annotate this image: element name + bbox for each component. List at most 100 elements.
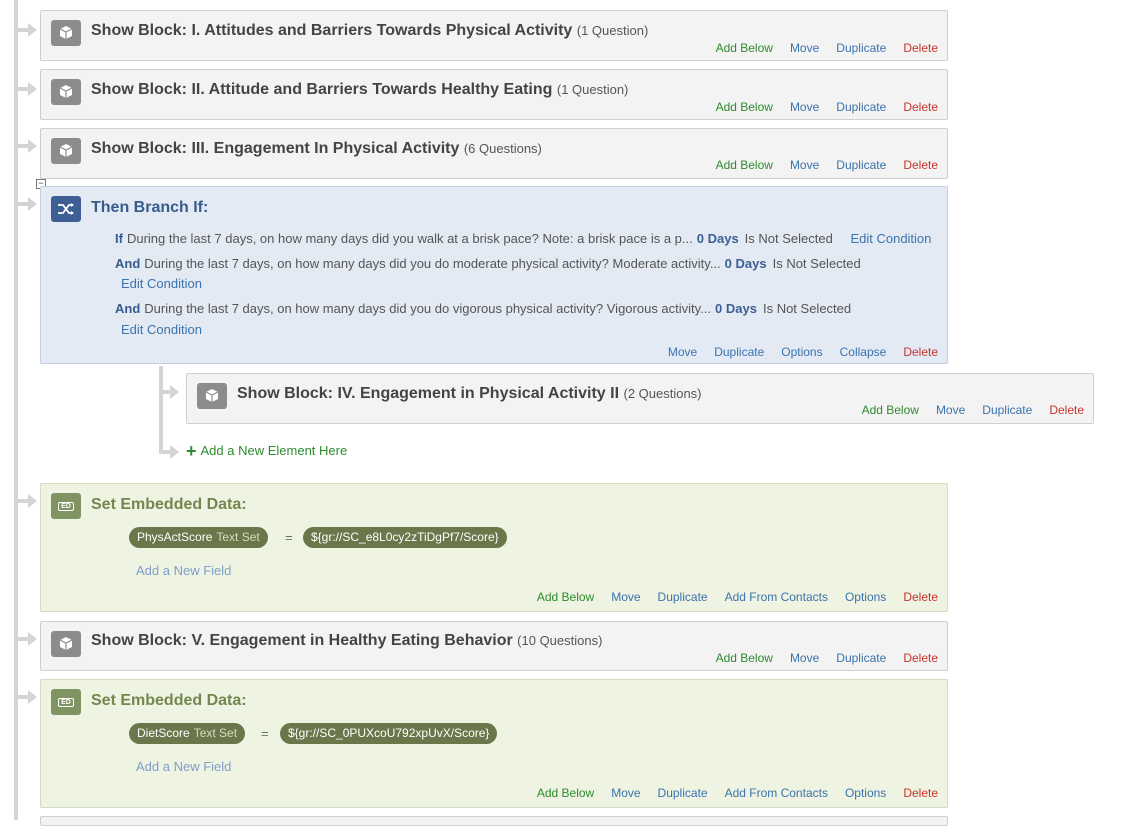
question-count: (1 Question) bbox=[576, 23, 649, 38]
cube-icon bbox=[51, 138, 81, 164]
equals-sign: = bbox=[285, 530, 293, 545]
edit-condition-link[interactable]: Edit Condition bbox=[121, 322, 202, 337]
block-1[interactable]: Show Block: I. Attitudes and Barriers To… bbox=[40, 10, 948, 61]
branch-flow-line bbox=[159, 366, 163, 454]
condition-operator: Is Not Selected bbox=[772, 256, 861, 271]
add-field-link[interactable]: Add a New Field bbox=[136, 563, 231, 578]
delete-button[interactable]: Delete bbox=[1049, 403, 1084, 417]
duplicate-button[interactable]: Duplicate bbox=[836, 158, 886, 172]
duplicate-button[interactable]: Duplicate bbox=[836, 100, 886, 114]
embedded-data-title: Set Embedded Data: bbox=[91, 496, 247, 513]
add-element-label: Add a New Element Here bbox=[200, 443, 348, 458]
duplicate-button[interactable]: Duplicate bbox=[658, 786, 708, 800]
move-button[interactable]: Move bbox=[790, 651, 819, 665]
equals-sign: = bbox=[261, 726, 269, 741]
delete-button[interactable]: Delete bbox=[903, 158, 938, 172]
move-button[interactable]: Move bbox=[790, 158, 819, 172]
block-4[interactable]: Show Block: IV. Engagement in Physical A… bbox=[186, 373, 1094, 424]
question-count: (1 Question) bbox=[556, 82, 629, 97]
embedded-data-icon: ED bbox=[51, 689, 81, 715]
duplicate-button[interactable]: Duplicate bbox=[982, 403, 1032, 417]
add-element-link[interactable]: + Add a New Element Here bbox=[186, 441, 347, 462]
delete-button[interactable]: Delete bbox=[903, 100, 938, 114]
condition-keyword: And bbox=[115, 301, 141, 316]
options-button[interactable]: Options bbox=[781, 345, 822, 359]
embedded-data-block-1[interactable]: ED Set Embedded Data: PhysActScore Text S… bbox=[40, 483, 948, 612]
add-below-button[interactable]: Add Below bbox=[537, 590, 594, 604]
branch-title: Then Branch If: bbox=[91, 199, 209, 216]
condition-operator: Is Not Selected bbox=[744, 231, 833, 246]
add-below-button[interactable]: Add Below bbox=[537, 786, 594, 800]
condition-row: And During the last 7 days, on how many d… bbox=[115, 301, 851, 316]
condition-question: During the last 7 days, on how many days… bbox=[126, 231, 693, 246]
duplicate-button[interactable]: Duplicate bbox=[658, 590, 708, 604]
field-type: Text Set bbox=[216, 530, 260, 544]
condition-value: 0 Days bbox=[724, 256, 767, 271]
add-below-button[interactable]: Add Below bbox=[716, 100, 773, 114]
condition-question: During the last 7 days, on how many days… bbox=[144, 256, 721, 271]
block-5[interactable]: Show Block: V. Engagement in Healthy Eat… bbox=[40, 621, 948, 671]
add-below-button[interactable]: Add Below bbox=[716, 41, 773, 55]
move-button[interactable]: Move bbox=[790, 100, 819, 114]
condition-row: If During the last 7 days, on how many da… bbox=[115, 231, 931, 246]
branch-block[interactable]: Then Branch If: If During the last 7 days… bbox=[40, 186, 948, 364]
field-value: ${gr://SC_0PUXcoU792xpUvX/Score} bbox=[288, 726, 490, 740]
add-below-button[interactable]: Add Below bbox=[716, 651, 773, 665]
move-button[interactable]: Move bbox=[611, 590, 640, 604]
condition-value: 0 Days bbox=[696, 231, 739, 246]
cube-icon bbox=[51, 79, 81, 105]
options-button[interactable]: Options bbox=[845, 786, 886, 800]
cube-icon bbox=[51, 20, 81, 46]
field-value: ${gr://SC_e8L0cy2zTiDgPf7/Score} bbox=[311, 530, 499, 544]
add-below-button[interactable]: Add Below bbox=[716, 158, 773, 172]
embedded-value-pill[interactable]: ${gr://SC_e8L0cy2zTiDgPf7/Score} bbox=[303, 527, 507, 548]
duplicate-button[interactable]: Duplicate bbox=[836, 41, 886, 55]
move-button[interactable]: Move bbox=[611, 786, 640, 800]
condition-row: And During the last 7 days, on how many d… bbox=[115, 256, 861, 271]
plus-icon: + bbox=[186, 441, 197, 461]
cube-icon bbox=[197, 383, 227, 409]
add-from-contacts-button[interactable]: Add From Contacts bbox=[725, 590, 828, 604]
edit-condition-link[interactable]: Edit Condition bbox=[850, 231, 931, 246]
embedded-value-pill[interactable]: ${gr://SC_0PUXcoU792xpUvX/Score} bbox=[280, 723, 498, 744]
delete-button[interactable]: Delete bbox=[903, 345, 938, 359]
block-2[interactable]: Show Block: II. Attitude and Barriers To… bbox=[40, 69, 948, 120]
duplicate-button[interactable]: Duplicate bbox=[836, 651, 886, 665]
embedded-field-pill[interactable]: PhysActScore Text Set bbox=[129, 527, 268, 548]
add-below-button[interactable]: Add Below bbox=[862, 403, 919, 417]
embedded-data-icon: ED bbox=[51, 493, 81, 519]
collapse-button[interactable]: Collapse bbox=[840, 345, 887, 359]
embedded-data-icon-label: ED bbox=[58, 697, 74, 707]
delete-button[interactable]: Delete bbox=[903, 590, 938, 604]
embedded-data-icon-label: ED bbox=[58, 501, 74, 511]
next-block-partial bbox=[40, 816, 948, 826]
block-title: Show Block: V. Engagement in Healthy Eat… bbox=[91, 632, 513, 649]
condition-keyword: And bbox=[115, 256, 141, 271]
embedded-field-pill[interactable]: DietScore Text Set bbox=[129, 723, 246, 744]
field-name: PhysActScore bbox=[137, 530, 213, 544]
move-button[interactable]: Move bbox=[936, 403, 965, 417]
shuffle-icon bbox=[51, 196, 81, 222]
block-title: Show Block: I. Attitudes and Barriers To… bbox=[91, 22, 573, 39]
add-from-contacts-button[interactable]: Add From Contacts bbox=[725, 786, 828, 800]
edit-condition-link[interactable]: Edit Condition bbox=[121, 276, 202, 291]
question-count: (2 Questions) bbox=[623, 386, 702, 401]
condition-question: During the last 7 days, on how many days… bbox=[144, 301, 712, 316]
delete-button[interactable]: Delete bbox=[903, 786, 938, 800]
add-field-link[interactable]: Add a New Field bbox=[136, 759, 231, 774]
block-title: Show Block: IV. Engagement in Physical A… bbox=[237, 385, 620, 402]
condition-keyword: If bbox=[115, 231, 123, 246]
condition-value: 0 Days bbox=[715, 301, 757, 316]
block-3[interactable]: Show Block: III. Engagement In Physical … bbox=[40, 128, 948, 179]
move-button[interactable]: Move bbox=[668, 345, 697, 359]
options-button[interactable]: Options bbox=[845, 590, 886, 604]
cube-icon bbox=[51, 631, 81, 657]
embedded-data-title: Set Embedded Data: bbox=[91, 692, 247, 709]
delete-button[interactable]: Delete bbox=[903, 651, 938, 665]
embedded-data-block-2[interactable]: ED Set Embedded Data: DietScore Text Set … bbox=[40, 679, 948, 808]
move-button[interactable]: Move bbox=[790, 41, 819, 55]
delete-button[interactable]: Delete bbox=[903, 41, 938, 55]
question-count: (10 Questions) bbox=[517, 633, 603, 648]
duplicate-button[interactable]: Duplicate bbox=[714, 345, 764, 359]
block-title: Show Block: III. Engagement In Physical … bbox=[91, 140, 460, 157]
